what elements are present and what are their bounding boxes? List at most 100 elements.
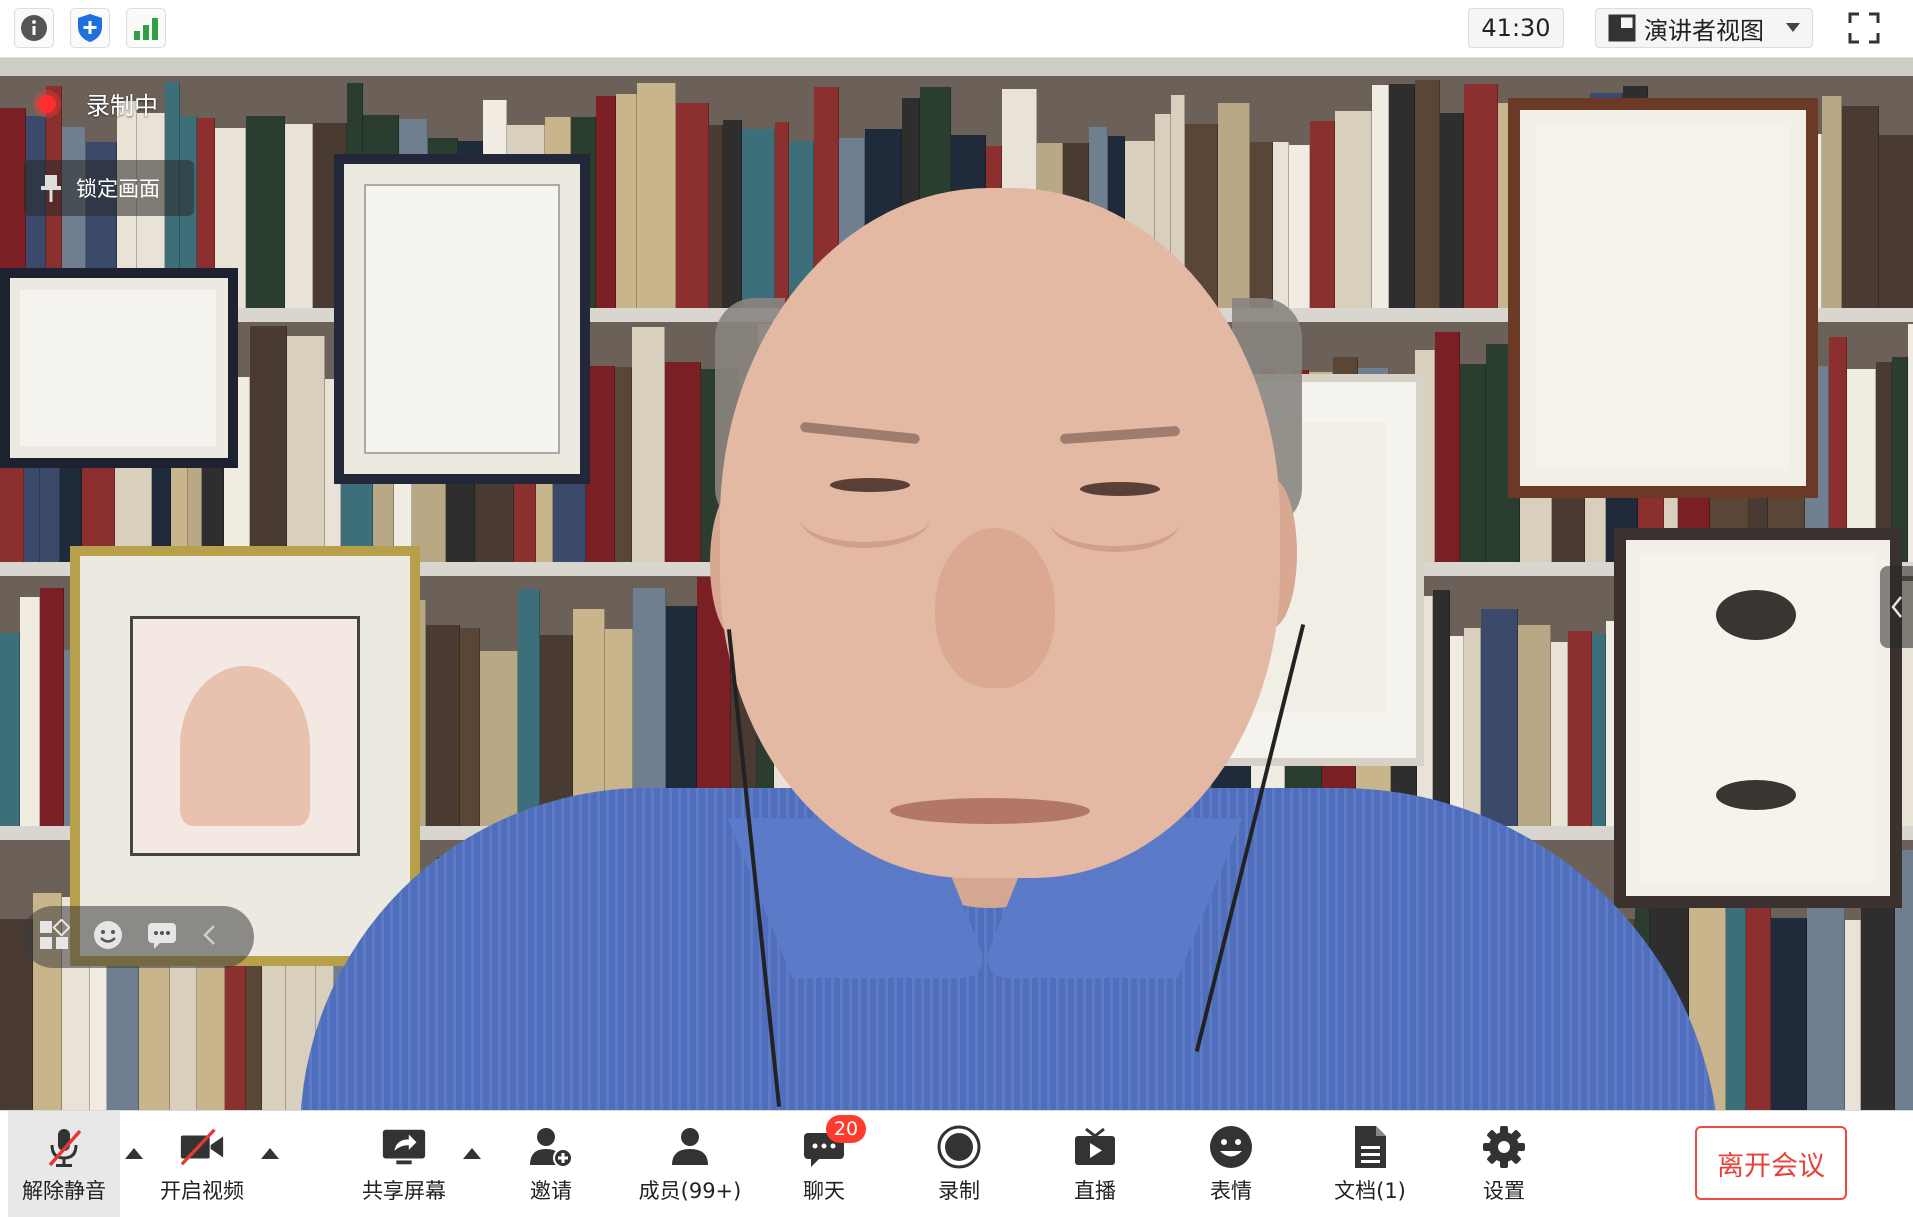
book-spine	[637, 83, 676, 308]
book-spine	[1435, 331, 1460, 562]
layout-grid-icon	[40, 918, 71, 949]
documents-button[interactable]: 文档(1)	[1310, 1111, 1430, 1217]
book-spine	[1289, 144, 1310, 308]
book-spine	[1250, 141, 1273, 308]
share-options-arrow[interactable]	[460, 1141, 484, 1165]
framed-award-certificate	[1614, 528, 1902, 908]
book-spine	[1908, 323, 1913, 562]
fullscreen-icon	[1848, 12, 1880, 44]
lock-view-label: 锁定画面	[76, 177, 160, 201]
invite-button[interactable]: 邀请	[495, 1111, 607, 1217]
start-video-button[interactable]: 开启视频	[146, 1111, 258, 1217]
book-spine	[1433, 589, 1450, 826]
book-spine	[775, 122, 789, 308]
reactions-button[interactable]: 表情	[1175, 1111, 1287, 1217]
info-button[interactable]	[14, 8, 54, 48]
chevron-left-icon	[1890, 596, 1902, 618]
settings-button[interactable]: 设置	[1448, 1111, 1560, 1217]
invite-label: 邀请	[530, 1179, 572, 1203]
book-spine	[1464, 627, 1481, 826]
leave-meeting-button[interactable]: 离开会议	[1695, 1126, 1847, 1200]
speaker-video: 录制中 锁定画面	[0, 58, 1913, 1110]
book-spine	[1335, 110, 1372, 308]
live-stream-button[interactable]: 直播	[1039, 1111, 1151, 1217]
signal-bars-icon	[134, 18, 158, 40]
book-spine	[665, 362, 701, 562]
book-spine	[1551, 642, 1568, 826]
caret-up-icon	[463, 1148, 481, 1159]
network-status-button[interactable]	[126, 8, 166, 48]
live-tv-icon	[1075, 1127, 1115, 1165]
framed-etching	[70, 546, 420, 966]
view-mode-label: 演讲者视图	[1644, 16, 1764, 45]
emoji-button[interactable]	[92, 919, 124, 955]
book-spine	[1450, 635, 1464, 826]
layout-grid-button[interactable]	[38, 918, 71, 955]
lock-view-button[interactable]: 锁定画面	[24, 160, 194, 216]
book-spine	[1440, 112, 1464, 308]
book-spine	[285, 124, 313, 308]
members-label: 成员(99+)	[638, 1179, 742, 1203]
floating-mini-toolbar	[22, 906, 254, 968]
video-options-arrow[interactable]	[258, 1141, 282, 1165]
book-spine	[518, 588, 540, 826]
collapse-toolbar-button[interactable]	[200, 923, 220, 951]
chat-button[interactable]: 20 聊天	[768, 1111, 880, 1217]
book-spine	[596, 95, 616, 308]
recording-indicator: 录制中	[38, 86, 158, 121]
side-panel-toggle[interactable]	[1880, 566, 1913, 648]
book-spine	[1310, 120, 1335, 308]
book-spine	[1726, 873, 1746, 1110]
book-spine	[1218, 102, 1250, 308]
framed-harvard-diploma	[1508, 98, 1818, 498]
recording-label: 录制中	[86, 92, 158, 120]
share-screen-button[interactable]: 共享屏幕	[348, 1111, 460, 1217]
share-screen-icon	[382, 1129, 426, 1165]
book-spine	[1592, 633, 1606, 826]
book-spine	[1460, 363, 1486, 562]
book-spine	[742, 128, 775, 308]
view-mode-dropdown[interactable]: 演讲者视图	[1595, 8, 1813, 48]
book-spine	[460, 627, 480, 826]
top-bar: 41:30 演讲者视图	[0, 0, 1913, 58]
record-label: 录制	[938, 1179, 980, 1203]
caret-up-icon	[125, 1148, 143, 1159]
caret-up-icon	[261, 1148, 279, 1159]
start-video-label: 开启视频	[160, 1179, 244, 1203]
documents-label: 文档(1)	[1334, 1179, 1406, 1203]
book-spine	[1415, 80, 1440, 308]
book-spine	[1771, 918, 1807, 1110]
chat-label: 聊天	[803, 1179, 845, 1203]
shield-plus-icon	[78, 14, 102, 42]
book-spine	[1372, 84, 1389, 308]
book-spine	[1879, 134, 1913, 308]
meeting-window: 41:30 演讲者视图 录制中 锁定画面 解除静音 开启视频 共享屏幕 邀请 成…	[0, 0, 1913, 1217]
book-spine	[723, 119, 742, 308]
collapse-left-icon	[203, 925, 215, 945]
audio-options-arrow[interactable]	[122, 1141, 146, 1165]
book-spine	[632, 327, 665, 562]
book-spine	[1464, 83, 1498, 308]
recording-dot-icon	[38, 94, 56, 113]
bookshelf-background	[0, 58, 1913, 1110]
gear-icon	[1483, 1126, 1525, 1168]
book-spine	[1518, 624, 1551, 826]
book-spine	[250, 325, 287, 562]
record-icon	[937, 1125, 981, 1169]
book-spine	[586, 366, 615, 562]
share-screen-label: 共享屏幕	[362, 1179, 446, 1203]
security-button[interactable]	[70, 8, 110, 48]
members-button[interactable]: 成员(99+)	[630, 1111, 750, 1217]
book-spine	[0, 632, 20, 826]
book-spine	[1389, 84, 1415, 308]
record-button[interactable]: 录制	[903, 1111, 1015, 1217]
info-icon	[21, 15, 47, 41]
book-spine	[1273, 142, 1289, 308]
unmute-label: 解除静音	[22, 1179, 106, 1203]
unmute-button[interactable]: 解除静音	[8, 1111, 120, 1217]
fullscreen-button[interactable]	[1838, 8, 1890, 48]
meeting-timer: 41:30	[1468, 8, 1564, 48]
emoji-icon	[94, 921, 122, 949]
chat-button[interactable]	[146, 919, 178, 955]
book-spine	[287, 336, 325, 562]
